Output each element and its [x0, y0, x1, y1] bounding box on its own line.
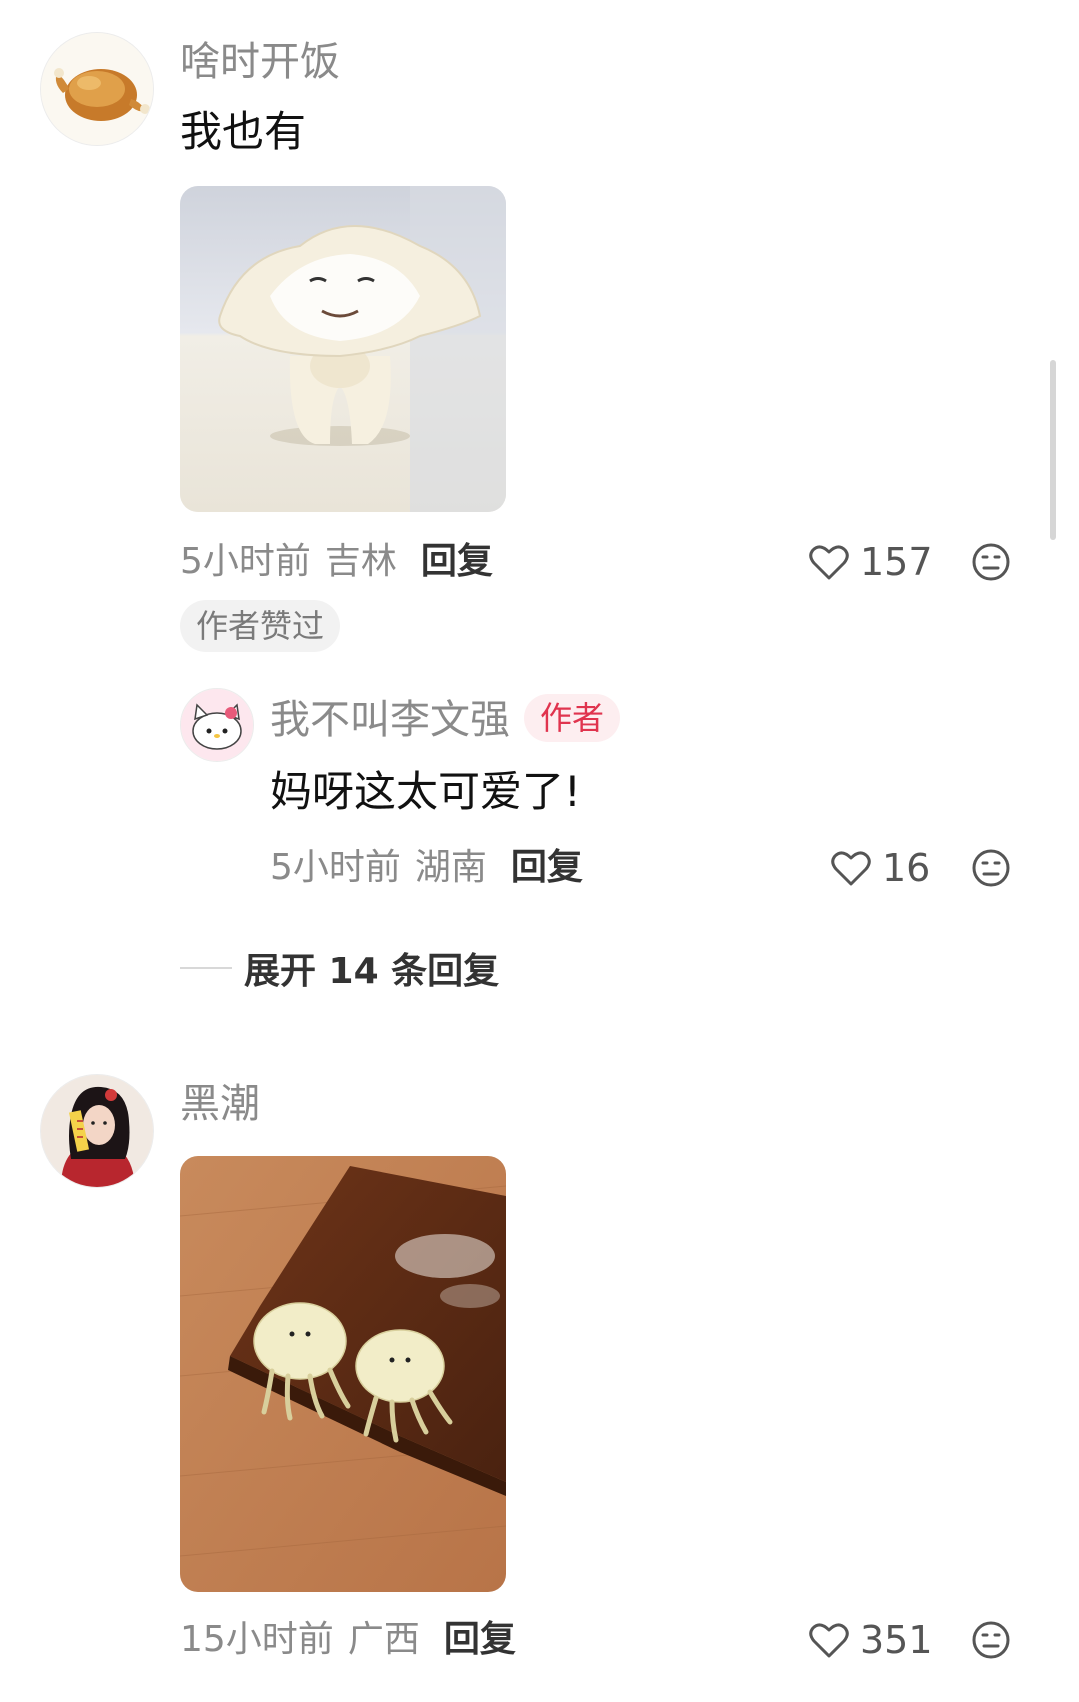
- scrollbar[interactable]: [1050, 360, 1056, 540]
- hello-kitty-avatar[interactable]: [180, 688, 254, 762]
- comment-text: 我也有: [180, 107, 307, 156]
- author-liked-badge: 作者赞过: [180, 600, 341, 652]
- reply-location: 湖南: [414, 847, 487, 888]
- roast-chicken-avatar[interactable]: [40, 32, 154, 146]
- divider-line: [180, 967, 232, 969]
- like-button[interactable]: 16: [830, 846, 930, 890]
- cosplay-girl-icon: [41, 1075, 153, 1187]
- expand-replies-label: 展开 14 条回复: [244, 951, 500, 992]
- comment-time: 5小时前: [180, 541, 311, 582]
- reply-username: 我不叫李文强 作者: [270, 694, 621, 746]
- dumplings-on-board-photo[interactable]: [180, 1156, 506, 1592]
- reply-meta: 5小时前 湖南 回复: [270, 846, 583, 890]
- like-count: 157: [860, 540, 933, 584]
- comment-location: 广西: [347, 1619, 420, 1660]
- dough-figure-photo[interactable]: [180, 186, 506, 512]
- comment-location: 吉林: [324, 541, 397, 582]
- emoji-react-button[interactable]: [971, 1620, 1011, 1660]
- author-badge: 作者: [524, 694, 621, 742]
- comment-meta: 5小时前 吉林 回复: [180, 540, 493, 584]
- hello-kitty-icon: [181, 689, 253, 761]
- like-count: 16: [882, 846, 931, 890]
- reply-button[interactable]: 回复: [511, 846, 583, 890]
- emoji-react-button[interactable]: [971, 848, 1011, 888]
- like-button[interactable]: 351: [808, 1618, 933, 1662]
- comment-meta: 15小时前 广西 回复: [180, 1618, 516, 1662]
- comment-time: 15小时前: [180, 1619, 334, 1660]
- comment-username[interactable]: 黑潮: [180, 1080, 260, 1128]
- emoji-icon: [972, 543, 1010, 581]
- roast-chicken-icon: [41, 33, 153, 145]
- like-count: 351: [860, 1618, 933, 1662]
- dough-figure-image: [180, 186, 506, 512]
- expand-replies-button[interactable]: 展开 14 条回复: [180, 942, 499, 994]
- emoji-icon: [972, 849, 1010, 887]
- reply-time: 5小时前: [270, 847, 401, 888]
- comment-item: 黑潮 15小时前 广西 回复 351: [0, 1070, 1079, 1702]
- heart-icon: [831, 851, 871, 886]
- emoji-react-button[interactable]: [971, 542, 1011, 582]
- cosplay-girl-avatar[interactable]: [40, 1074, 154, 1188]
- reply-button[interactable]: 回复: [421, 540, 493, 584]
- reply-text: 妈呀这太可爱了!: [270, 767, 581, 816]
- heart-icon: [809, 1623, 849, 1658]
- reply-button[interactable]: 回复: [444, 1618, 516, 1662]
- dumplings-image: [180, 1156, 506, 1592]
- comment-username[interactable]: 啥时开饭: [180, 38, 340, 86]
- like-button[interactable]: 157: [808, 540, 933, 584]
- reply-username-text[interactable]: 我不叫李文强: [270, 697, 510, 743]
- emoji-icon: [972, 1621, 1010, 1659]
- heart-icon: [809, 545, 849, 580]
- comment-item: 啥时开饭 我也有 5小时前 吉林 回复 157 作者赞过 我不叫李文强 作者 妈…: [0, 0, 1079, 992]
